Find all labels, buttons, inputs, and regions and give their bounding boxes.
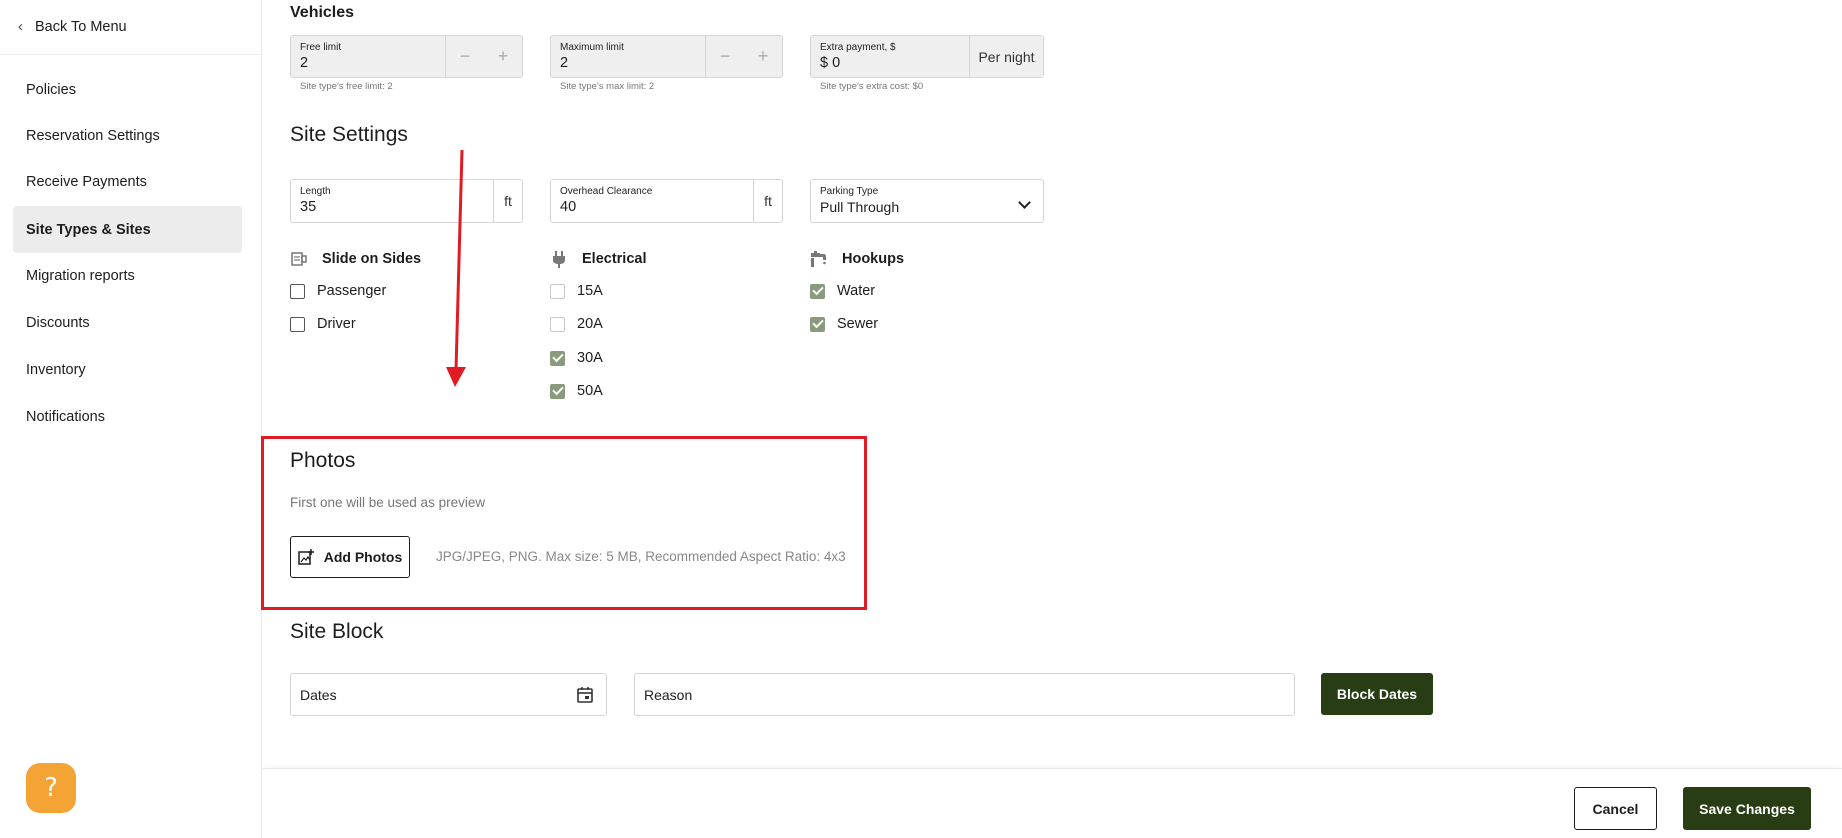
reason-placeholder: Reason bbox=[644, 687, 693, 703]
sidebar-item-notifications[interactable]: Notifications bbox=[13, 393, 242, 440]
electrical-title: Electrical bbox=[550, 250, 647, 268]
add-photo-icon bbox=[297, 549, 314, 565]
checkbox-checked[interactable] bbox=[550, 383, 565, 399]
driver-checkbox[interactable]: Driver bbox=[290, 316, 356, 332]
photos-subtitle: First one will be used as preview bbox=[290, 495, 486, 510]
amp-30a-label: 30A bbox=[577, 350, 603, 366]
driver-label: Driver bbox=[317, 316, 356, 332]
overhead-clearance-field[interactable]: Overhead Clearance 40 ft bbox=[550, 179, 783, 223]
main-content: Vehicles Free limit 2 − + Site type's fr… bbox=[263, 0, 1842, 768]
overhead-clearance-value: 40 bbox=[560, 199, 577, 215]
sidebar-item-receive-payments[interactable]: Receive Payments bbox=[13, 158, 242, 205]
free-limit-value: 2 bbox=[300, 55, 309, 71]
slide-on-sides-title: Slide on Sides bbox=[290, 250, 421, 268]
amp-15a-checkbox[interactable]: 15A bbox=[550, 283, 603, 299]
amp-50a-label: 50A bbox=[577, 383, 603, 399]
sidebar-item-reservation-settings[interactable]: Reservation Settings bbox=[13, 112, 242, 159]
length-unit: ft bbox=[493, 180, 522, 222]
amp-30a-checkbox[interactable]: 30A bbox=[550, 350, 603, 366]
checkbox-box[interactable] bbox=[290, 283, 305, 299]
checkbox-checked[interactable] bbox=[810, 283, 825, 299]
extra-payment-label: Extra payment, $ bbox=[820, 42, 896, 53]
dates-placeholder: Dates bbox=[300, 687, 337, 703]
per-night-suffix: Per night bbox=[969, 36, 1043, 77]
reason-field[interactable]: Reason bbox=[634, 673, 1295, 716]
length-label: Length bbox=[300, 186, 331, 197]
photos-requirements: JPG/JPEG, PNG. Max size: 5 MB, Recommend… bbox=[436, 549, 846, 564]
sewer-checkbox[interactable]: Sewer bbox=[810, 316, 878, 332]
amp-50a-checkbox[interactable]: 50A bbox=[550, 383, 603, 399]
minus-icon[interactable]: − bbox=[720, 46, 731, 67]
electrical-label: Electrical bbox=[582, 251, 647, 267]
max-limit-label: Maximum limit bbox=[560, 42, 624, 53]
amp-20a-label: 20A bbox=[577, 316, 603, 332]
water-checkbox[interactable]: Water bbox=[810, 283, 875, 299]
plug-icon bbox=[550, 250, 568, 268]
chevron-left-icon: ‹ bbox=[18, 17, 23, 35]
vehicles-title: Vehicles bbox=[290, 4, 355, 21]
extra-payment-hint: Site type's extra cost: $0 bbox=[820, 81, 924, 92]
overhead-clearance-label: Overhead Clearance bbox=[560, 186, 653, 197]
add-photos-button[interactable]: Add Photos bbox=[290, 536, 410, 578]
faucet-icon bbox=[810, 250, 828, 268]
free-limit-field[interactable]: Free limit 2 − + bbox=[290, 35, 523, 78]
save-changes-button[interactable]: Save Changes bbox=[1683, 787, 1811, 830]
sewer-label: Sewer bbox=[837, 316, 879, 332]
back-to-menu-button[interactable]: ‹ Back To Menu bbox=[0, 0, 262, 55]
block-dates-button[interactable]: Block Dates bbox=[1321, 673, 1433, 715]
length-field[interactable]: Length 35 ft bbox=[290, 179, 523, 223]
free-limit-stepper: − + bbox=[445, 36, 522, 77]
max-limit-hint: Site type's max limit: 2 bbox=[560, 81, 655, 92]
site-settings-title: Site Settings bbox=[290, 123, 408, 146]
checkbox-checked[interactable] bbox=[550, 350, 565, 366]
minus-icon[interactable]: − bbox=[460, 46, 471, 67]
checkbox-box[interactable] bbox=[550, 316, 565, 332]
free-limit-hint: Site type's free limit: 2 bbox=[300, 81, 393, 92]
chevron-down-icon bbox=[1018, 196, 1031, 209]
hookups-title: Hookups bbox=[810, 250, 904, 268]
amp-20a-checkbox[interactable]: 20A bbox=[550, 316, 603, 332]
extra-payment-value: $ 0 bbox=[820, 55, 841, 71]
length-value: 35 bbox=[300, 199, 317, 215]
calendar-icon[interactable] bbox=[576, 686, 594, 709]
overhead-unit: ft bbox=[753, 180, 782, 222]
checkbox-box[interactable] bbox=[290, 316, 305, 332]
sidebar-item-inventory[interactable]: Inventory bbox=[13, 346, 242, 393]
sidebar-item-migration-reports[interactable]: Migration reports bbox=[13, 252, 242, 299]
sidebar-item-policies[interactable]: Policies bbox=[13, 66, 242, 113]
back-to-menu-label: Back To Menu bbox=[35, 19, 127, 35]
max-limit-field[interactable]: Maximum limit 2 − + bbox=[550, 35, 783, 78]
dates-field[interactable]: Dates bbox=[290, 673, 607, 716]
amp-15a-label: 15A bbox=[577, 283, 603, 299]
sidebar-item-site-types-sites[interactable]: Site Types & Sites bbox=[13, 206, 242, 253]
passenger-label: Passenger bbox=[317, 283, 387, 299]
extra-payment-field[interactable]: Extra payment, $ $ 0 Per night bbox=[810, 35, 1044, 78]
cancel-button[interactable]: Cancel bbox=[1574, 787, 1657, 830]
passenger-checkbox[interactable]: Passenger bbox=[290, 283, 386, 299]
max-limit-value: 2 bbox=[560, 55, 569, 71]
free-limit-label: Free limit bbox=[300, 42, 342, 53]
parking-type-select[interactable]: Parking Type Pull Through bbox=[810, 179, 1044, 223]
footer-bar: Cancel Save Changes bbox=[263, 768, 1842, 838]
parking-type-value: Pull Through bbox=[820, 199, 900, 215]
plus-icon[interactable]: + bbox=[758, 46, 769, 67]
hookups-label: Hookups bbox=[842, 251, 905, 267]
sidebar: ‹ Back To Menu Policies Reservation Sett… bbox=[0, 0, 262, 838]
checkbox-box[interactable] bbox=[550, 283, 565, 299]
slide-on-sides-label: Slide on Sides bbox=[322, 251, 422, 267]
help-button[interactable]: ? bbox=[26, 763, 76, 813]
water-label: Water bbox=[837, 283, 876, 299]
checkbox-checked[interactable] bbox=[810, 316, 825, 332]
max-limit-stepper: − + bbox=[705, 36, 782, 77]
sidebar-item-discounts[interactable]: Discounts bbox=[13, 299, 242, 346]
plus-icon[interactable]: + bbox=[498, 46, 509, 67]
rv-slide-icon bbox=[290, 250, 308, 268]
add-photos-label: Add Photos bbox=[323, 549, 403, 565]
parking-type-label: Parking Type bbox=[820, 186, 879, 197]
site-block-title: Site Block bbox=[290, 620, 384, 643]
photos-title: Photos bbox=[290, 449, 356, 472]
